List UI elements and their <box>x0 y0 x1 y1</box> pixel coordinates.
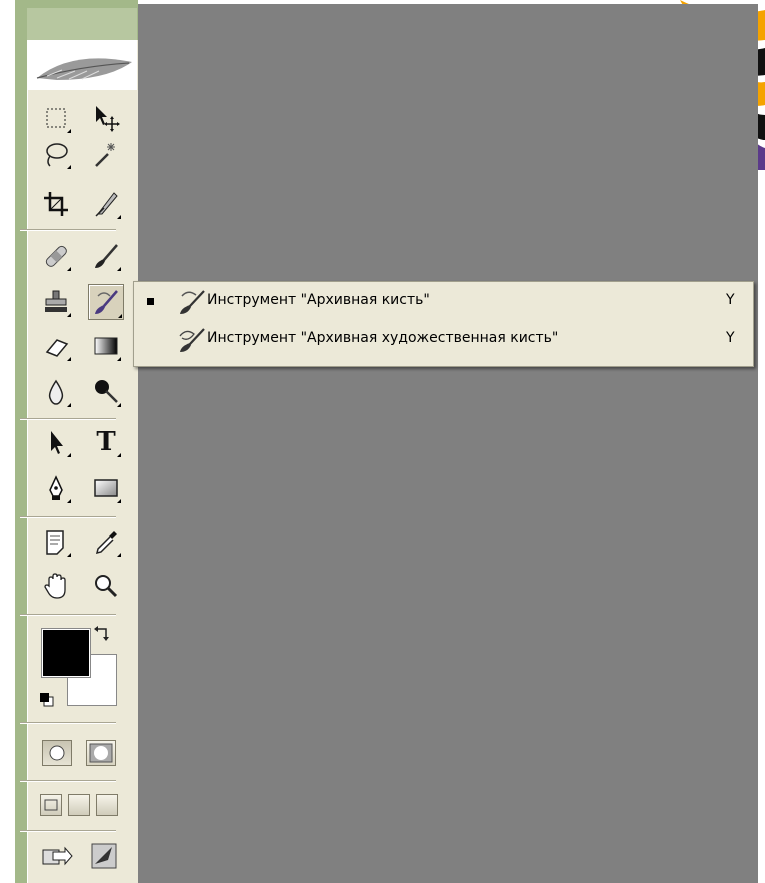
zoom-icon <box>95 575 118 598</box>
lasso-icon <box>46 143 68 167</box>
selected-bullet-icon <box>147 298 154 305</box>
path-selection-tool[interactable] <box>40 426 72 458</box>
imageready-logo[interactable] <box>88 840 120 872</box>
menu-item-label: Инструмент "Архивная художественная кист… <box>207 330 559 346</box>
brush-icon <box>95 244 118 268</box>
hand-tool[interactable] <box>40 570 72 602</box>
feather-logo[interactable] <box>27 40 137 90</box>
rectangular-marquee-tool[interactable] <box>40 102 72 134</box>
slice-icon <box>95 192 118 217</box>
bandage-icon <box>45 245 67 267</box>
magic-wand-icon <box>95 143 115 167</box>
zoom-tool[interactable] <box>90 570 122 602</box>
magic-wand-tool[interactable] <box>90 138 122 170</box>
default-colors-icon[interactable] <box>40 692 54 707</box>
pen-icon <box>49 475 63 500</box>
dodge-icon <box>95 380 118 403</box>
gradient-icon <box>94 337 118 355</box>
menu-item-art-history-brush[interactable]: Инструмент "Архивная художественная кист… <box>134 322 753 358</box>
menu-item-label: Инструмент "Архивная кисть" <box>207 292 430 308</box>
swap-colors-icon[interactable] <box>93 625 111 643</box>
slice-tool[interactable] <box>90 188 122 220</box>
jump-to-imageready-button[interactable] <box>40 840 74 872</box>
arrow-icon <box>51 431 63 454</box>
clone-stamp-tool[interactable] <box>40 286 72 318</box>
crop-tool[interactable] <box>40 188 72 220</box>
brush-tool[interactable] <box>90 240 122 272</box>
toolbox-separator <box>20 614 116 616</box>
history-brush-icon <box>174 288 208 316</box>
full-screen-mode-button[interactable] <box>96 794 118 816</box>
toolbox-title-bar[interactable] <box>27 8 137 41</box>
history-brush-flyout-menu: Инструмент "Архивная кисть" Y Инструмент… <box>133 281 754 367</box>
shape-tool[interactable] <box>90 472 122 504</box>
type-icon: T <box>96 427 116 457</box>
gradient-tool[interactable] <box>90 330 122 362</box>
full-screen-menu-mode-button[interactable] <box>68 794 90 816</box>
standard-mode-icon <box>49 745 65 761</box>
eraser-tool[interactable] <box>40 330 72 362</box>
quick-mask-mode-button[interactable] <box>86 740 116 766</box>
notes-tool[interactable] <box>40 526 72 558</box>
stamp-icon <box>45 290 67 312</box>
art-history-brush-icon <box>174 326 208 354</box>
healing-brush-tool[interactable] <box>40 240 72 272</box>
dodge-tool[interactable] <box>90 376 122 408</box>
marquee-icon <box>46 108 66 128</box>
lasso-tool[interactable] <box>40 138 72 170</box>
eyedropper-icon <box>95 531 117 555</box>
move-tool[interactable] <box>90 102 122 134</box>
standard-mode-button[interactable] <box>42 740 72 766</box>
standard-screen-icon <box>44 799 58 811</box>
hand-icon <box>44 573 66 599</box>
imageready-feather-icon <box>91 843 117 869</box>
standard-screen-mode-button[interactable] <box>40 794 62 816</box>
toolbox-separator <box>20 830 116 832</box>
eyedropper-tool[interactable] <box>90 526 122 558</box>
eraser-icon <box>45 339 69 357</box>
rectangle-shape-icon <box>94 479 118 497</box>
foreground-color-swatch[interactable] <box>41 628 91 678</box>
menu-item-shortcut: Y <box>726 292 735 308</box>
type-tool[interactable]: T <box>90 426 122 458</box>
quick-mask-icon <box>89 743 113 763</box>
document-canvas-area[interactable] <box>138 4 758 883</box>
jump-to-imageready-icon <box>42 846 73 866</box>
menu-item-shortcut: Y <box>726 330 735 346</box>
history-brush-tool[interactable] <box>88 284 124 320</box>
drop-icon <box>48 379 64 405</box>
menu-item-history-brush[interactable]: Инструмент "Архивная кисть" Y <box>134 284 753 320</box>
notes-icon <box>46 530 64 555</box>
toolbox-separator <box>20 722 116 724</box>
crop-icon <box>44 192 68 216</box>
history-brush-icon <box>95 290 118 314</box>
toolbox-separator <box>20 516 116 518</box>
blur-tool[interactable] <box>40 376 72 408</box>
move-icon <box>96 106 120 132</box>
toolbox-separator <box>20 780 116 782</box>
toolbox-separator <box>20 229 116 231</box>
pen-tool[interactable] <box>40 472 72 504</box>
toolbox-separator <box>20 418 116 420</box>
